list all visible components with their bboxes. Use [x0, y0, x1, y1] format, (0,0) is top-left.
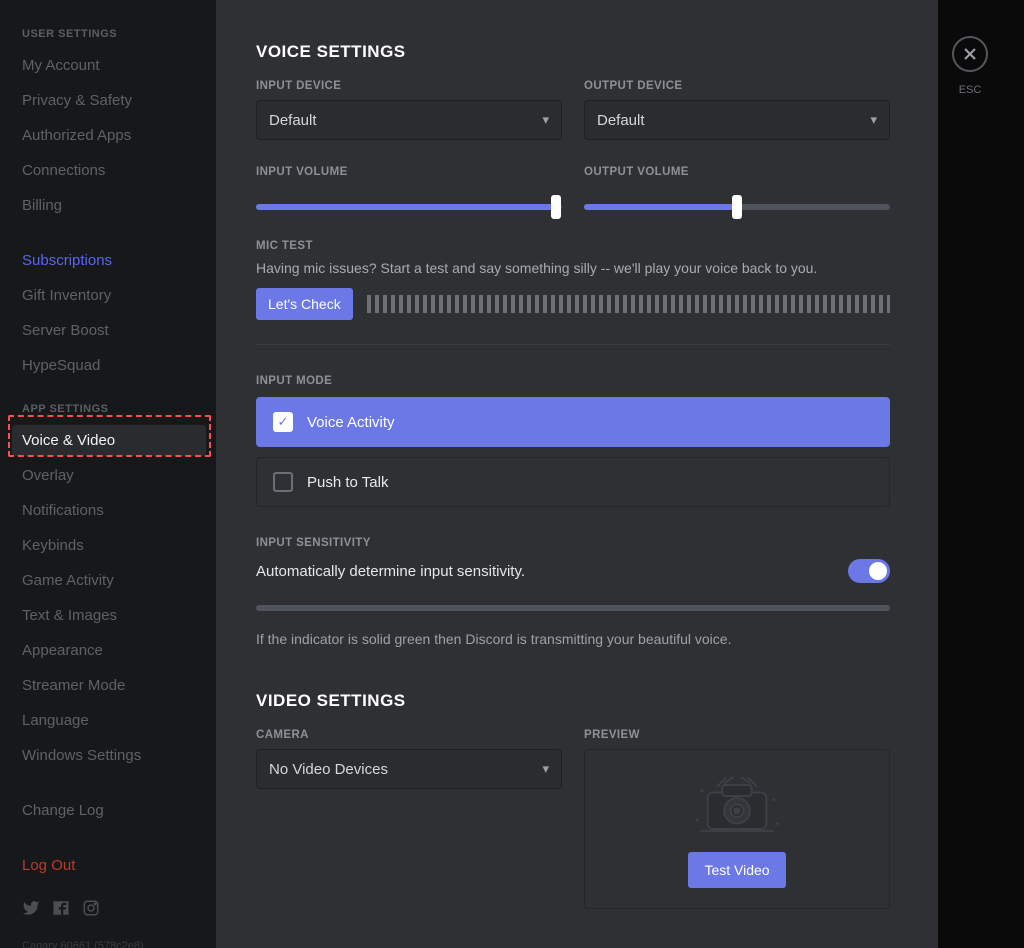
input-mode-label: Voice Activity — [307, 414, 395, 431]
checkbox-icon: ✓ — [273, 412, 293, 432]
input-mode-label: Push to Talk — [307, 474, 388, 491]
sensitivity-help-text: If the indicator is solid green then Dis… — [256, 631, 890, 647]
close-button[interactable] — [952, 36, 988, 72]
sidebar-item-change-log[interactable]: Change Log — [22, 795, 206, 826]
video-settings-title: VIDEO SETTINGS — [256, 691, 890, 711]
right-gutter: ESC — [938, 0, 1024, 948]
camera-icon — [682, 778, 792, 838]
build-version: Canary 60661 (578c2e8) — [22, 940, 206, 948]
chevron-down-icon: ▾ — [542, 112, 549, 128]
sidebar-item-overlay[interactable]: Overlay — [22, 460, 206, 491]
sidebar-item-gift-inventory[interactable]: Gift Inventory — [22, 280, 206, 311]
sidebar-item-log-out[interactable]: Log Out — [22, 850, 206, 881]
sidebar-item-keybinds[interactable]: Keybinds — [22, 530, 206, 561]
sidebar-item-text-images[interactable]: Text & Images — [22, 600, 206, 631]
sidebar-item-notifications[interactable]: Notifications — [22, 495, 206, 526]
auto-sensitivity-label: Automatically determine input sensitivit… — [256, 563, 525, 580]
camera-value: No Video Devices — [269, 761, 388, 778]
label-preview: PREVIEW — [584, 729, 890, 741]
sidebar-item-billing[interactable]: Billing — [22, 190, 206, 221]
output-device-select[interactable]: Default ▾ — [584, 100, 890, 140]
label-mic-test: MIC TEST — [256, 240, 890, 252]
auto-sensitivity-toggle[interactable] — [848, 559, 890, 583]
page-title: VOICE SETTINGS — [256, 42, 890, 62]
chevron-down-icon: ▾ — [542, 761, 549, 777]
output-device-value: Default — [597, 112, 645, 129]
sidebar-item-language[interactable]: Language — [22, 705, 206, 736]
label-output-volume: OUTPUT VOLUME — [584, 166, 890, 178]
label-input-device: INPUT DEVICE — [256, 80, 562, 92]
output-volume-slider[interactable] — [584, 204, 890, 210]
section-divider — [256, 344, 890, 345]
mic-test-meter — [367, 295, 890, 313]
settings-content: VOICE SETTINGS INPUT DEVICE Default ▾ OU… — [216, 0, 938, 948]
input-device-value: Default — [269, 112, 317, 129]
social-links — [22, 899, 206, 922]
label-input-sensitivity: INPUT SENSITIVITY — [256, 537, 890, 549]
checkbox-icon: ✓ — [273, 472, 293, 492]
label-input-volume: INPUT VOLUME — [256, 166, 562, 178]
sidebar-item-appearance[interactable]: Appearance — [22, 635, 206, 666]
input-volume-slider[interactable] — [256, 204, 562, 210]
sidebar-item-authorized-apps[interactable]: Authorized Apps — [22, 120, 206, 151]
mic-test-description: Having mic issues? Start a test and say … — [256, 260, 890, 276]
sidebar-item-voice-video[interactable]: Voice & Video — [12, 425, 206, 456]
input-mode-voice-activity[interactable]: ✓ Voice Activity — [256, 397, 890, 447]
input-device-select[interactable]: Default ▾ — [256, 100, 562, 140]
close-label: ESC — [959, 84, 982, 96]
input-mode-push-to-talk[interactable]: ✓ Push to Talk — [256, 457, 890, 507]
test-video-button[interactable]: Test Video — [688, 852, 785, 888]
section-app-settings: APP SETTINGS — [22, 403, 206, 415]
label-output-device: OUTPUT DEVICE — [584, 80, 890, 92]
section-user-settings: USER SETTINGS — [22, 28, 206, 40]
sidebar-item-server-boost[interactable]: Server Boost — [22, 315, 206, 346]
sensitivity-meter — [256, 605, 890, 611]
sidebar-item-hypesquad[interactable]: HypeSquad — [22, 350, 206, 381]
lets-check-button[interactable]: Let's Check — [256, 288, 353, 320]
camera-select[interactable]: No Video Devices ▾ — [256, 749, 562, 789]
settings-sidebar: USER SETTINGS My Account Privacy & Safet… — [0, 0, 216, 948]
twitter-icon[interactable] — [22, 899, 40, 922]
sidebar-item-game-activity[interactable]: Game Activity — [22, 565, 206, 596]
instagram-icon[interactable] — [82, 899, 100, 922]
sidebar-item-my-account[interactable]: My Account — [22, 50, 206, 81]
sidebar-item-connections[interactable]: Connections — [22, 155, 206, 186]
label-input-mode: INPUT MODE — [256, 375, 890, 387]
label-camera: CAMERA — [256, 729, 562, 741]
sidebar-item-windows[interactable]: Windows Settings — [22, 740, 206, 771]
chevron-down-icon: ▾ — [870, 112, 877, 128]
facebook-icon[interactable] — [52, 899, 70, 922]
sidebar-item-streamer-mode[interactable]: Streamer Mode — [22, 670, 206, 701]
sidebar-item-privacy[interactable]: Privacy & Safety — [22, 85, 206, 116]
sidebar-item-subscriptions[interactable]: Subscriptions — [22, 245, 206, 276]
video-preview: Test Video — [584, 749, 890, 909]
